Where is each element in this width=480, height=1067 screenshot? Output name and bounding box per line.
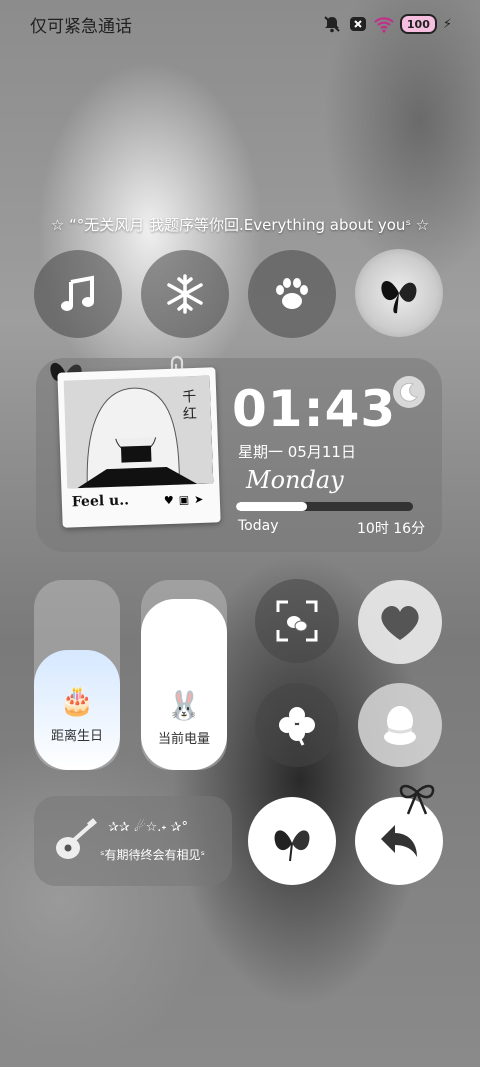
battery-level-label: 当前电量: [157, 732, 210, 747]
photo-caption: Feel u..: [71, 492, 130, 511]
status-icons: 100 ⚡: [322, 14, 452, 34]
polaroid-photo: 千 红 Feel u.. ♥ ▣ ➤: [57, 367, 221, 528]
shortcut-butterfly-photo[interactable]: [355, 249, 443, 337]
paw-icon: [276, 278, 308, 309]
snowflake-icon: [167, 274, 203, 314]
moon-icon: [393, 376, 425, 408]
shortcut-music[interactable]: [34, 250, 122, 338]
qq-button[interactable]: [358, 683, 442, 767]
clover-button[interactable]: [255, 683, 339, 767]
time-remaining: 10时 16分: [357, 521, 426, 537]
clock-weekday: Monday: [246, 466, 344, 494]
heart-icon: [381, 605, 419, 640]
music-note-icon: [61, 275, 94, 311]
svg-text:千: 千: [182, 389, 197, 405]
stars-decoration: ✰✰ ☄☆.˖ ✰°: [108, 820, 188, 835]
guitar-icon: [52, 818, 98, 868]
day-progress-fill: [236, 502, 307, 511]
bunny-icon: 🐰: [166, 689, 202, 722]
anime-girl-photo: 千 红: [63, 375, 214, 489]
svg-text:红: 红: [183, 406, 198, 422]
wechat-scan-icon: [276, 600, 318, 642]
day-progress-bar: [236, 502, 413, 511]
send-icon: ➤: [193, 492, 204, 507]
wechat-scan-button[interactable]: [255, 579, 339, 663]
clock-time: 01:43: [232, 380, 397, 438]
birthday-slider-fill: 🎂 距离生日: [34, 650, 120, 770]
back-arrow-icon: [381, 825, 417, 857]
heart-button[interactable]: [358, 580, 442, 664]
butterfly-photo-icon: [381, 280, 417, 314]
quote-text: ☆ “°无关风月 我题序等你回.Everything about youˢ ☆: [50, 216, 430, 234]
shortcut-snowflake[interactable]: [141, 250, 229, 338]
qq-penguin-icon: [384, 706, 416, 745]
charging-bolt-icon: ⚡: [442, 16, 452, 32]
heart-small-icon: ♥: [163, 493, 174, 508]
comment-icon: ▣: [178, 493, 190, 507]
battery-icon: 100: [399, 14, 437, 34]
status-carrier-text: 仅可紧急通话: [30, 17, 132, 37]
photo-actions: ♥ ▣ ➤: [164, 493, 204, 507]
close-icon: [348, 15, 368, 33]
clock-date: 星期一 05月11日: [238, 443, 356, 461]
mute-bell-icon: [322, 15, 342, 33]
butterfly-button[interactable]: [248, 797, 336, 885]
butterfly-icon: [274, 830, 310, 862]
bow-ribbon-icon: [394, 780, 440, 822]
battery-slider-fill: 🐰 当前电量: [141, 599, 227, 770]
shortcut-paw[interactable]: [248, 250, 336, 338]
wifi-icon: [374, 15, 394, 33]
clover-icon: [279, 707, 315, 746]
birthday-label: 距离生日: [50, 729, 103, 744]
progress-label: Today: [238, 518, 279, 534]
message-text: ˢ有期待终会有相见ˢ: [100, 848, 205, 862]
birthday-cake-icon: 🎂: [59, 684, 95, 717]
